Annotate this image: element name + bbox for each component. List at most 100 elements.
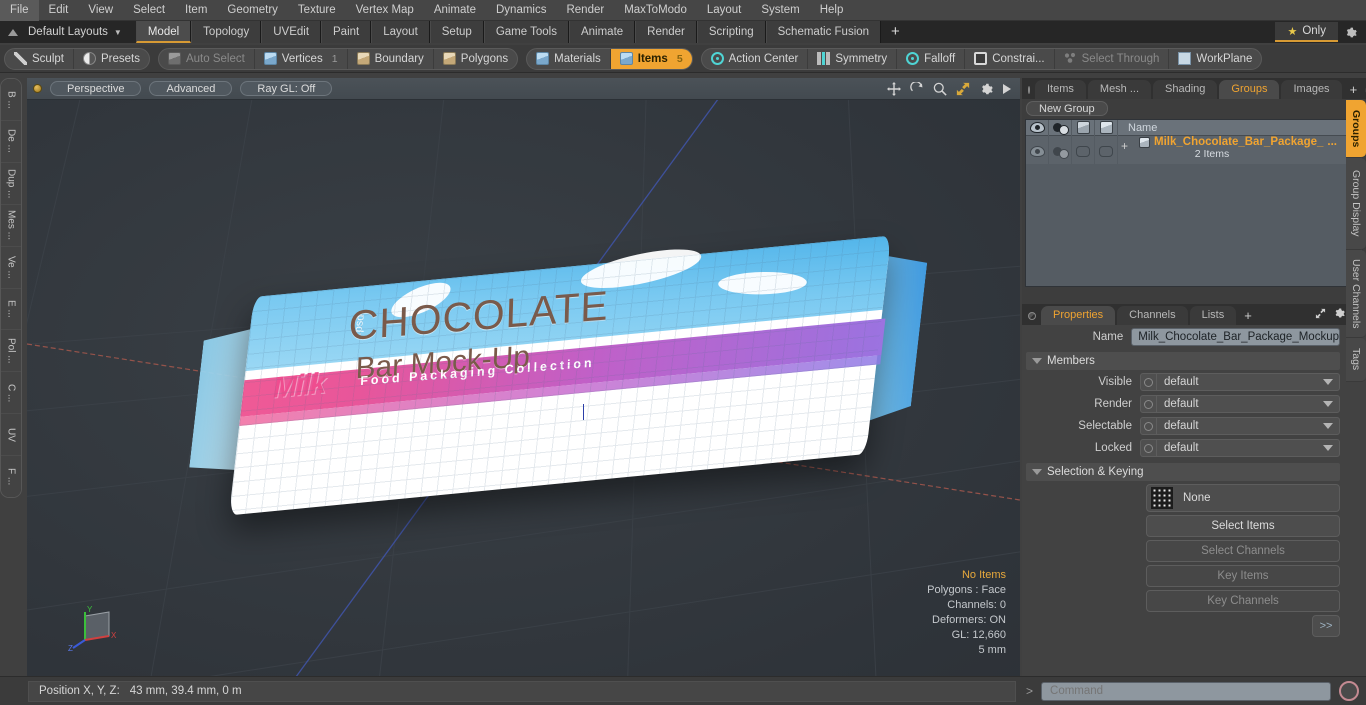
tab-properties[interactable]: Properties <box>1041 306 1116 325</box>
polygons-button[interactable]: Polygons <box>434 49 517 69</box>
menu-item-animate[interactable]: Animate <box>424 0 486 21</box>
fit-icon[interactable] <box>956 82 970 96</box>
side-tab-tags[interactable]: Tags <box>1346 338 1366 382</box>
constraint-button[interactable]: Constrai... <box>965 48 1055 69</box>
row-render-toggle[interactable] <box>1049 136 1072 164</box>
add-properties-tab-button[interactable]: + <box>1238 306 1258 325</box>
items-button[interactable]: Items 5 <box>610 48 692 69</box>
left-tab-mesh[interactable]: Mes ... <box>1 204 21 247</box>
menu-item-view[interactable]: View <box>78 0 123 21</box>
viewport-menu-dot-icon[interactable] <box>33 84 42 93</box>
visible-dropdown[interactable]: default <box>1140 373 1340 391</box>
gear-icon[interactable] <box>1333 307 1345 322</box>
menu-item-texture[interactable]: Texture <box>288 0 346 21</box>
gear-icon[interactable] <box>1338 21 1362 43</box>
menu-item-item[interactable]: Item <box>175 0 217 21</box>
axis-gizmo[interactable]: Y X Z <box>67 602 127 654</box>
command-input[interactable] <box>1041 681 1332 701</box>
add-panel-tab-button[interactable]: + <box>1344 80 1364 99</box>
left-tab-edge[interactable]: E ... <box>1 288 21 331</box>
group-name[interactable]: Milk_Chocolate_Bar_Package_ ... <box>1122 136 1362 148</box>
key-channels-button[interactable]: Key Channels <box>1146 590 1340 612</box>
tab-schematic-fusion[interactable]: Schematic Fusion <box>765 21 882 43</box>
side-tab-groups[interactable]: Groups <box>1346 100 1366 158</box>
tab-model[interactable]: Model <box>135 21 192 43</box>
side-tab-group-display[interactable]: Group Display <box>1346 158 1366 250</box>
only-button[interactable]: ★ Only <box>1275 22 1338 42</box>
add-tab-button[interactable]: + <box>881 21 910 43</box>
left-tab-uv[interactable]: UV <box>1 414 21 457</box>
new-group-button[interactable]: New Group <box>1026 101 1108 116</box>
select-channels-button[interactable]: Select Channels <box>1146 540 1340 562</box>
menu-item-layout[interactable]: Layout <box>697 0 752 21</box>
viewport-raygl-toggle[interactable]: Ray GL: Off <box>240 81 333 96</box>
properties-menu-dot-icon[interactable] <box>1028 312 1036 320</box>
side-tab-user-channels[interactable]: User Channels <box>1346 250 1366 338</box>
menu-item-render[interactable]: Render <box>556 0 614 21</box>
tab-setup[interactable]: Setup <box>429 21 484 43</box>
tab-channels[interactable]: Channels <box>1117 306 1188 325</box>
viewport-shading-mode[interactable]: Advanced <box>149 81 233 96</box>
vertices-button[interactable]: Vertices 1 <box>255 48 348 69</box>
action-center-button[interactable]: Action Center <box>702 48 809 69</box>
left-tab-deform[interactable]: De ... <box>1 120 21 163</box>
viewport-view-mode[interactable]: Perspective <box>50 81 142 96</box>
left-tab-duplicate[interactable]: Dup ... <box>1 162 21 205</box>
tab-items[interactable]: Items <box>1035 80 1086 99</box>
3d-viewport[interactable]: .psd CHOCOLATE Bar Mock-Up Milk Food Pac… <box>27 78 1020 676</box>
menu-item-vertex-map[interactable]: Vertex Map <box>346 0 424 21</box>
selectable-dropdown[interactable]: default <box>1140 417 1340 435</box>
tab-shading[interactable]: Shading <box>1153 80 1218 99</box>
members-section-header[interactable]: Members <box>1026 352 1340 370</box>
rotate-icon[interactable] <box>910 81 924 96</box>
left-tab-polygon[interactable]: Pol ... <box>1 330 21 373</box>
row-eye-toggle[interactable] <box>1026 136 1049 164</box>
tab-groups[interactable]: Groups <box>1219 80 1280 99</box>
expand-icon[interactable] <box>1315 308 1326 322</box>
tab-mesh[interactable]: Mesh ... <box>1087 80 1152 99</box>
gear-icon[interactable] <box>979 82 993 96</box>
name-field[interactable]: Milk_Chocolate_Bar_Package_Mockup <box>1131 328 1340 346</box>
left-tab-curve[interactable]: C ... <box>1 372 21 415</box>
move-icon[interactable] <box>887 81 901 96</box>
render-dropdown[interactable]: default <box>1140 395 1340 413</box>
tab-lists[interactable]: Lists <box>1189 306 1237 325</box>
groups-list[interactable]: Name + Milk_Chocolate_Bar_Package_ ... 2… <box>1025 119 1363 287</box>
menu-item-dynamics[interactable]: Dynamics <box>486 0 556 21</box>
auto-select-button[interactable]: Auto Select <box>159 48 255 69</box>
menu-item-system[interactable]: System <box>751 0 809 21</box>
panel-menu-dot-icon[interactable] <box>1028 86 1030 94</box>
selection-set-selector[interactable]: None <box>1146 484 1340 512</box>
select-items-button[interactable]: Select Items <box>1146 515 1340 537</box>
row-cube-toggle-1[interactable] <box>1072 136 1095 164</box>
key-items-button[interactable]: Key Items <box>1146 565 1340 587</box>
tab-uvedit[interactable]: UVEdit <box>261 21 322 43</box>
play-icon[interactable] <box>1002 83 1012 95</box>
menu-item-select[interactable]: Select <box>123 0 175 21</box>
menu-item-maxtomodo[interactable]: MaxToModo <box>614 0 697 21</box>
menu-item-geometry[interactable]: Geometry <box>217 0 288 21</box>
locked-dropdown[interactable]: default <box>1140 439 1340 457</box>
tab-paint[interactable]: Paint <box>321 21 372 43</box>
left-tab-basic[interactable]: B ... <box>1 79 21 121</box>
expand-toggle[interactable]: + <box>1121 139 1128 153</box>
left-tab-vertex[interactable]: Ve ... <box>1 246 21 289</box>
tab-topology[interactable]: Topology <box>191 21 262 43</box>
tab-layout[interactable]: Layout <box>371 21 430 43</box>
workplane-button[interactable]: WorkPlane <box>1169 49 1261 69</box>
symmetry-button[interactable]: Symmetry <box>808 48 898 69</box>
zoom-icon[interactable] <box>933 82 947 96</box>
tab-animate[interactable]: Animate <box>568 21 636 43</box>
tab-images[interactable]: Images <box>1281 80 1342 99</box>
selection-keying-section-header[interactable]: Selection & Keying <box>1026 463 1340 481</box>
falloff-button[interactable]: Falloff <box>897 48 966 69</box>
row-cube-toggle-2[interactable] <box>1095 136 1118 164</box>
presets-button[interactable]: Presets <box>74 49 149 69</box>
more-button[interactable]: >> <box>1312 615 1340 637</box>
tab-game-tools[interactable]: Game Tools <box>483 21 569 43</box>
select-through-button[interactable]: Select Through <box>1055 48 1170 69</box>
position-readout[interactable]: Position X, Y, Z: 43 mm, 39.4 mm, 0 m <box>28 680 1016 702</box>
boundary-button[interactable]: Boundary <box>348 48 434 69</box>
command-record-icon[interactable] <box>1339 681 1360 701</box>
menu-item-file[interactable]: File <box>0 0 39 21</box>
